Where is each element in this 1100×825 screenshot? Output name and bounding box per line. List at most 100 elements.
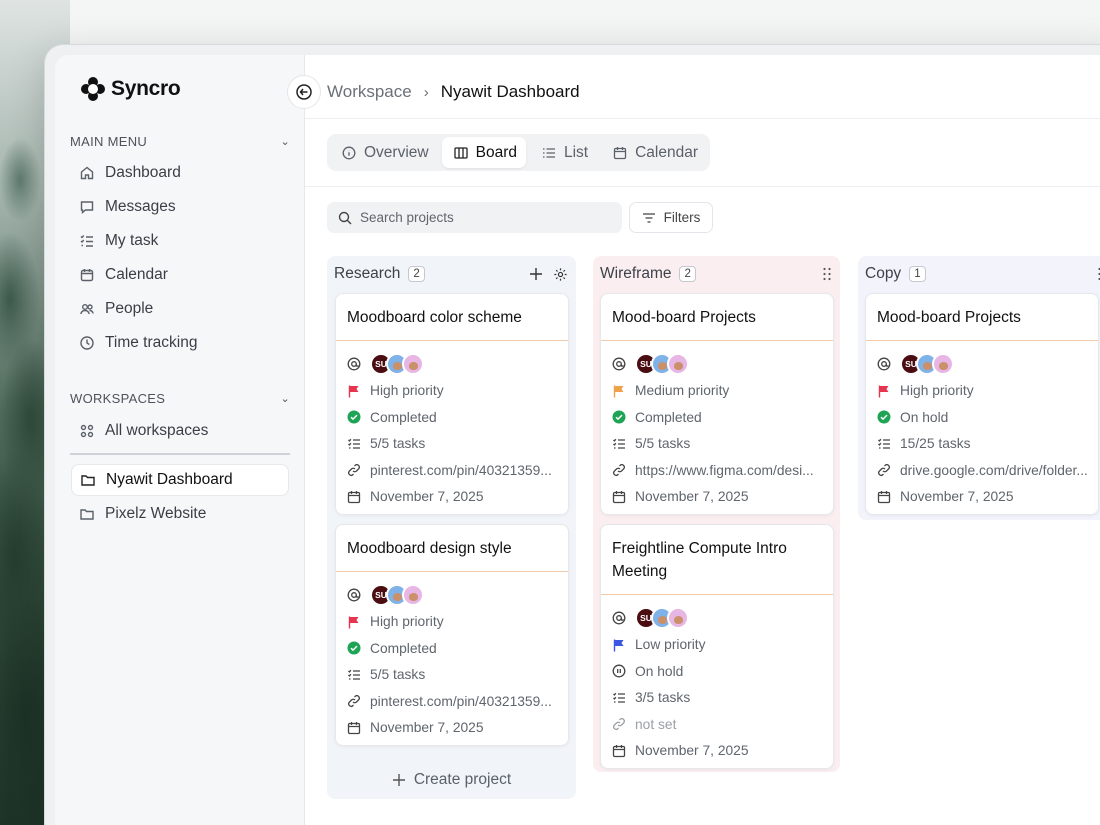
folder-icon — [79, 506, 95, 522]
project-card[interactable]: Mood-board Projects SU High priority On … — [865, 293, 1099, 515]
date-row: November 7, 2025 — [877, 484, 1087, 511]
column-header: Research 2 — [334, 265, 568, 283]
header-divider — [305, 118, 1100, 119]
workspaces-header[interactable]: WORKSPACES ⌄ — [70, 391, 290, 406]
search-input[interactable]: Search projects — [327, 202, 622, 233]
priority-text: High priority — [370, 383, 444, 399]
checklist-icon — [347, 668, 361, 682]
column-header: Copy 1 — [865, 265, 1100, 283]
tab-overview[interactable]: Overview — [330, 137, 438, 168]
at-icon — [347, 588, 361, 602]
tab-label: List — [563, 143, 589, 161]
list-icon — [542, 147, 555, 158]
sidebar-item-dashboard[interactable]: Dashboard — [71, 158, 289, 188]
sidebar-item-calendar[interactable]: Calendar — [71, 260, 289, 290]
search-icon — [338, 211, 352, 224]
plus-icon — [392, 774, 405, 786]
check-circle-icon — [347, 641, 361, 655]
create-project-button[interactable]: Create project — [327, 771, 576, 789]
status-text: On hold — [635, 663, 684, 679]
date-row: November 7, 2025 — [612, 738, 822, 765]
avatar-group[interactable]: SU — [635, 353, 689, 376]
chevron-down-icon: ⌄ — [280, 136, 290, 148]
project-card[interactable]: Freightline Compute Intro Meeting SU Low… — [600, 524, 834, 769]
date-text: November 7, 2025 — [635, 743, 749, 759]
sidebar-item-messages[interactable]: Messages — [71, 192, 289, 222]
tab-board[interactable]: Board — [441, 137, 526, 168]
tab-list[interactable]: List — [530, 137, 597, 168]
logo[interactable]: Syncro — [81, 77, 181, 101]
tasks-row: 5/5 tasks — [347, 431, 557, 458]
status-text: Completed — [635, 409, 702, 425]
workspaces-label: WORKSPACES — [70, 391, 166, 406]
filter-icon — [642, 212, 655, 223]
sidebar-item-time-tracking[interactable]: Time tracking — [71, 328, 289, 358]
drag-handle-icon[interactable] — [822, 267, 832, 281]
breadcrumb-parent[interactable]: Workspace — [327, 82, 412, 102]
card-title: Mood-board Projects — [601, 294, 833, 341]
tab-label: Board — [475, 143, 517, 161]
calendar-icon — [613, 146, 627, 159]
card-title: Moodboard design style — [336, 525, 568, 572]
link-text[interactable]: pinterest.com/pin/40321359... — [370, 463, 552, 478]
avatar — [667, 607, 689, 630]
sidebar-item-my-task[interactable]: My task — [71, 226, 289, 256]
status-text: Completed — [370, 409, 437, 425]
sidebar-item-nyawit-dashboard[interactable]: Nyawit Dashboard — [71, 464, 289, 496]
link-row: drive.google.com/drive/folder... — [877, 457, 1088, 484]
project-card[interactable]: Moodboard color scheme SU High priority — [335, 293, 569, 515]
project-card[interactable]: Moodboard design style SU High priority — [335, 524, 569, 746]
column-title: Research — [334, 265, 401, 282]
page-title: Nyawit Dashboard — [440, 82, 580, 101]
priority-row: High priority — [877, 378, 1087, 405]
pause-circle-icon — [612, 664, 626, 678]
gear-icon[interactable] — [553, 267, 568, 282]
collapse-sidebar-button[interactable] — [287, 75, 321, 109]
tasks-row: 15/25 tasks — [877, 431, 1087, 458]
column-count: 2 — [408, 266, 425, 282]
link-text[interactable]: pinterest.com/pin/40321359... — [370, 694, 552, 709]
main-menu-label: MAIN MENU — [70, 134, 148, 149]
plus-icon[interactable] — [529, 267, 543, 281]
avatar-group[interactable]: SU — [900, 353, 954, 376]
toolbar-divider — [305, 186, 1100, 187]
check-circle-icon — [612, 410, 626, 424]
tab-calendar[interactable]: Calendar — [601, 137, 707, 168]
status-row: Completed — [347, 404, 557, 431]
link-row: pinterest.com/pin/40321359... — [347, 688, 557, 715]
check-circle-icon — [877, 410, 891, 424]
filters-button[interactable]: Filters — [629, 202, 713, 233]
priority-row: Low priority — [612, 632, 822, 659]
checklist-icon — [612, 691, 626, 705]
tasks-row: 3/5 tasks — [612, 685, 822, 712]
sidebar-item-pixelz-website[interactable]: Pixelz Website — [71, 499, 289, 529]
project-card[interactable]: Mood-board Projects SU Medium priority C… — [600, 293, 834, 515]
status-row: Completed — [347, 635, 557, 662]
priority-row: High priority — [347, 378, 557, 405]
search-placeholder: Search projects — [360, 210, 454, 225]
avatar-group[interactable]: SU — [635, 607, 689, 630]
checklist-icon — [79, 233, 95, 249]
sidebar-item-label: My task — [105, 232, 159, 249]
clock-icon — [79, 335, 95, 351]
avatar-group[interactable]: SU — [370, 584, 424, 607]
check-circle-icon — [347, 410, 361, 424]
avatar-group[interactable]: SU — [370, 353, 424, 376]
column-count: 1 — [909, 266, 926, 282]
sidebar-item-people[interactable]: People — [71, 294, 289, 324]
app-name: Syncro — [111, 77, 181, 100]
board-column-copy: Copy 1 Mood-board Projects SU High prior… — [858, 256, 1100, 520]
sidebar-item-all-workspaces[interactable]: All workspaces — [71, 416, 289, 446]
at-icon — [877, 357, 891, 371]
assignees-row: SU — [877, 351, 1087, 378]
status-text: Completed — [370, 640, 437, 656]
link-text[interactable]: https://www.figma.com/desi... — [635, 463, 814, 478]
link-text[interactable]: drive.google.com/drive/folder... — [900, 463, 1088, 478]
date-text: November 7, 2025 — [635, 489, 749, 505]
column-count: 2 — [679, 266, 696, 282]
card-title: Mood-board Projects — [866, 294, 1098, 341]
checklist-icon — [612, 437, 626, 451]
priority-row: High priority — [347, 609, 557, 636]
calendar-icon — [877, 490, 891, 504]
main-menu-header[interactable]: MAIN MENU ⌄ — [70, 134, 290, 149]
